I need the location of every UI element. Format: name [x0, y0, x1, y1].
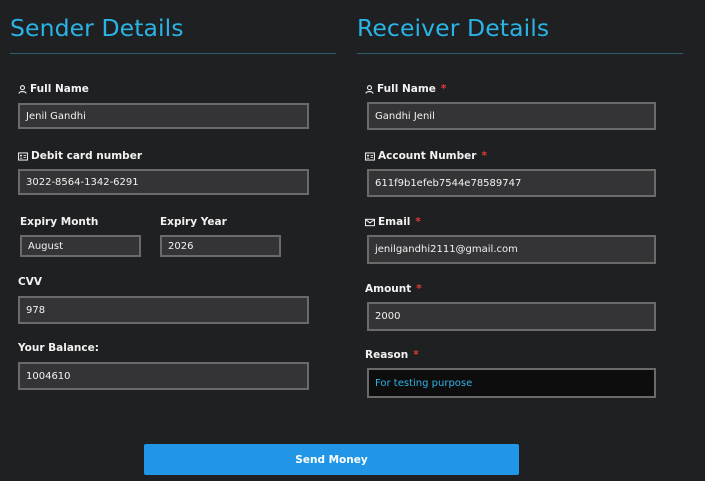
sender-divider — [10, 53, 336, 54]
account-number-label: Account Number * — [365, 150, 487, 162]
sender-card-input[interactable]: 3022-8564-1342-6291 — [18, 169, 309, 195]
amount-text: Amount — [365, 283, 412, 295]
sender-card-text: Debit card number — [31, 150, 142, 162]
reason-input[interactable]: For testing purpose — [367, 368, 656, 398]
receiver-divider — [357, 53, 683, 54]
expiry-year-label: Expiry Year — [160, 216, 227, 228]
expiry-month-input[interactable]: August — [20, 235, 141, 257]
id-card-icon — [365, 151, 375, 161]
required-mark: * — [413, 349, 419, 361]
email-input[interactable]: jenilgandhi2111@gmail.com — [367, 235, 656, 264]
cvv-input[interactable]: 978 — [18, 296, 309, 324]
expiry-month-label: Expiry Month — [20, 216, 99, 228]
required-mark: * — [415, 216, 421, 228]
envelope-icon — [365, 218, 375, 227]
sender-full-name-input[interactable]: Jenil Gandhi — [18, 103, 309, 129]
cvv-label: CVV — [18, 276, 42, 288]
balance-input[interactable]: 1004610 — [18, 362, 309, 390]
reason-text: Reason — [365, 349, 409, 361]
sender-card-label: Debit card number — [18, 150, 142, 162]
balance-label: Your Balance: — [18, 342, 99, 354]
amount-label: Amount * — [365, 283, 422, 295]
reason-label: Reason * — [365, 349, 419, 361]
sender-title: Sender Details — [10, 14, 184, 42]
email-label: Email * — [365, 216, 421, 228]
id-card-icon — [18, 151, 28, 161]
receiver-full-name-input[interactable]: Gandhi Jenil — [367, 102, 656, 130]
email-text: Email — [378, 216, 411, 228]
receiver-title: Receiver Details — [357, 14, 550, 42]
account-number-input[interactable]: 611f9b1efeb7544e78589747 — [367, 169, 656, 197]
expiry-year-input[interactable]: 2026 — [160, 235, 281, 257]
send-money-button[interactable]: Send Money — [144, 444, 519, 475]
required-mark: * — [481, 150, 487, 162]
required-mark: * — [416, 283, 422, 295]
sender-full-name-text: Full Name — [30, 83, 89, 95]
amount-input[interactable]: 2000 — [367, 302, 656, 331]
receiver-full-name-label: Full Name * — [365, 83, 446, 95]
required-mark: * — [440, 83, 447, 95]
sender-full-name-label: Full Name — [18, 83, 89, 95]
receiver-full-name-text: Full Name — [377, 83, 436, 95]
user-icon — [365, 84, 374, 94]
user-icon — [18, 84, 27, 94]
account-number-text: Account Number — [378, 150, 477, 162]
